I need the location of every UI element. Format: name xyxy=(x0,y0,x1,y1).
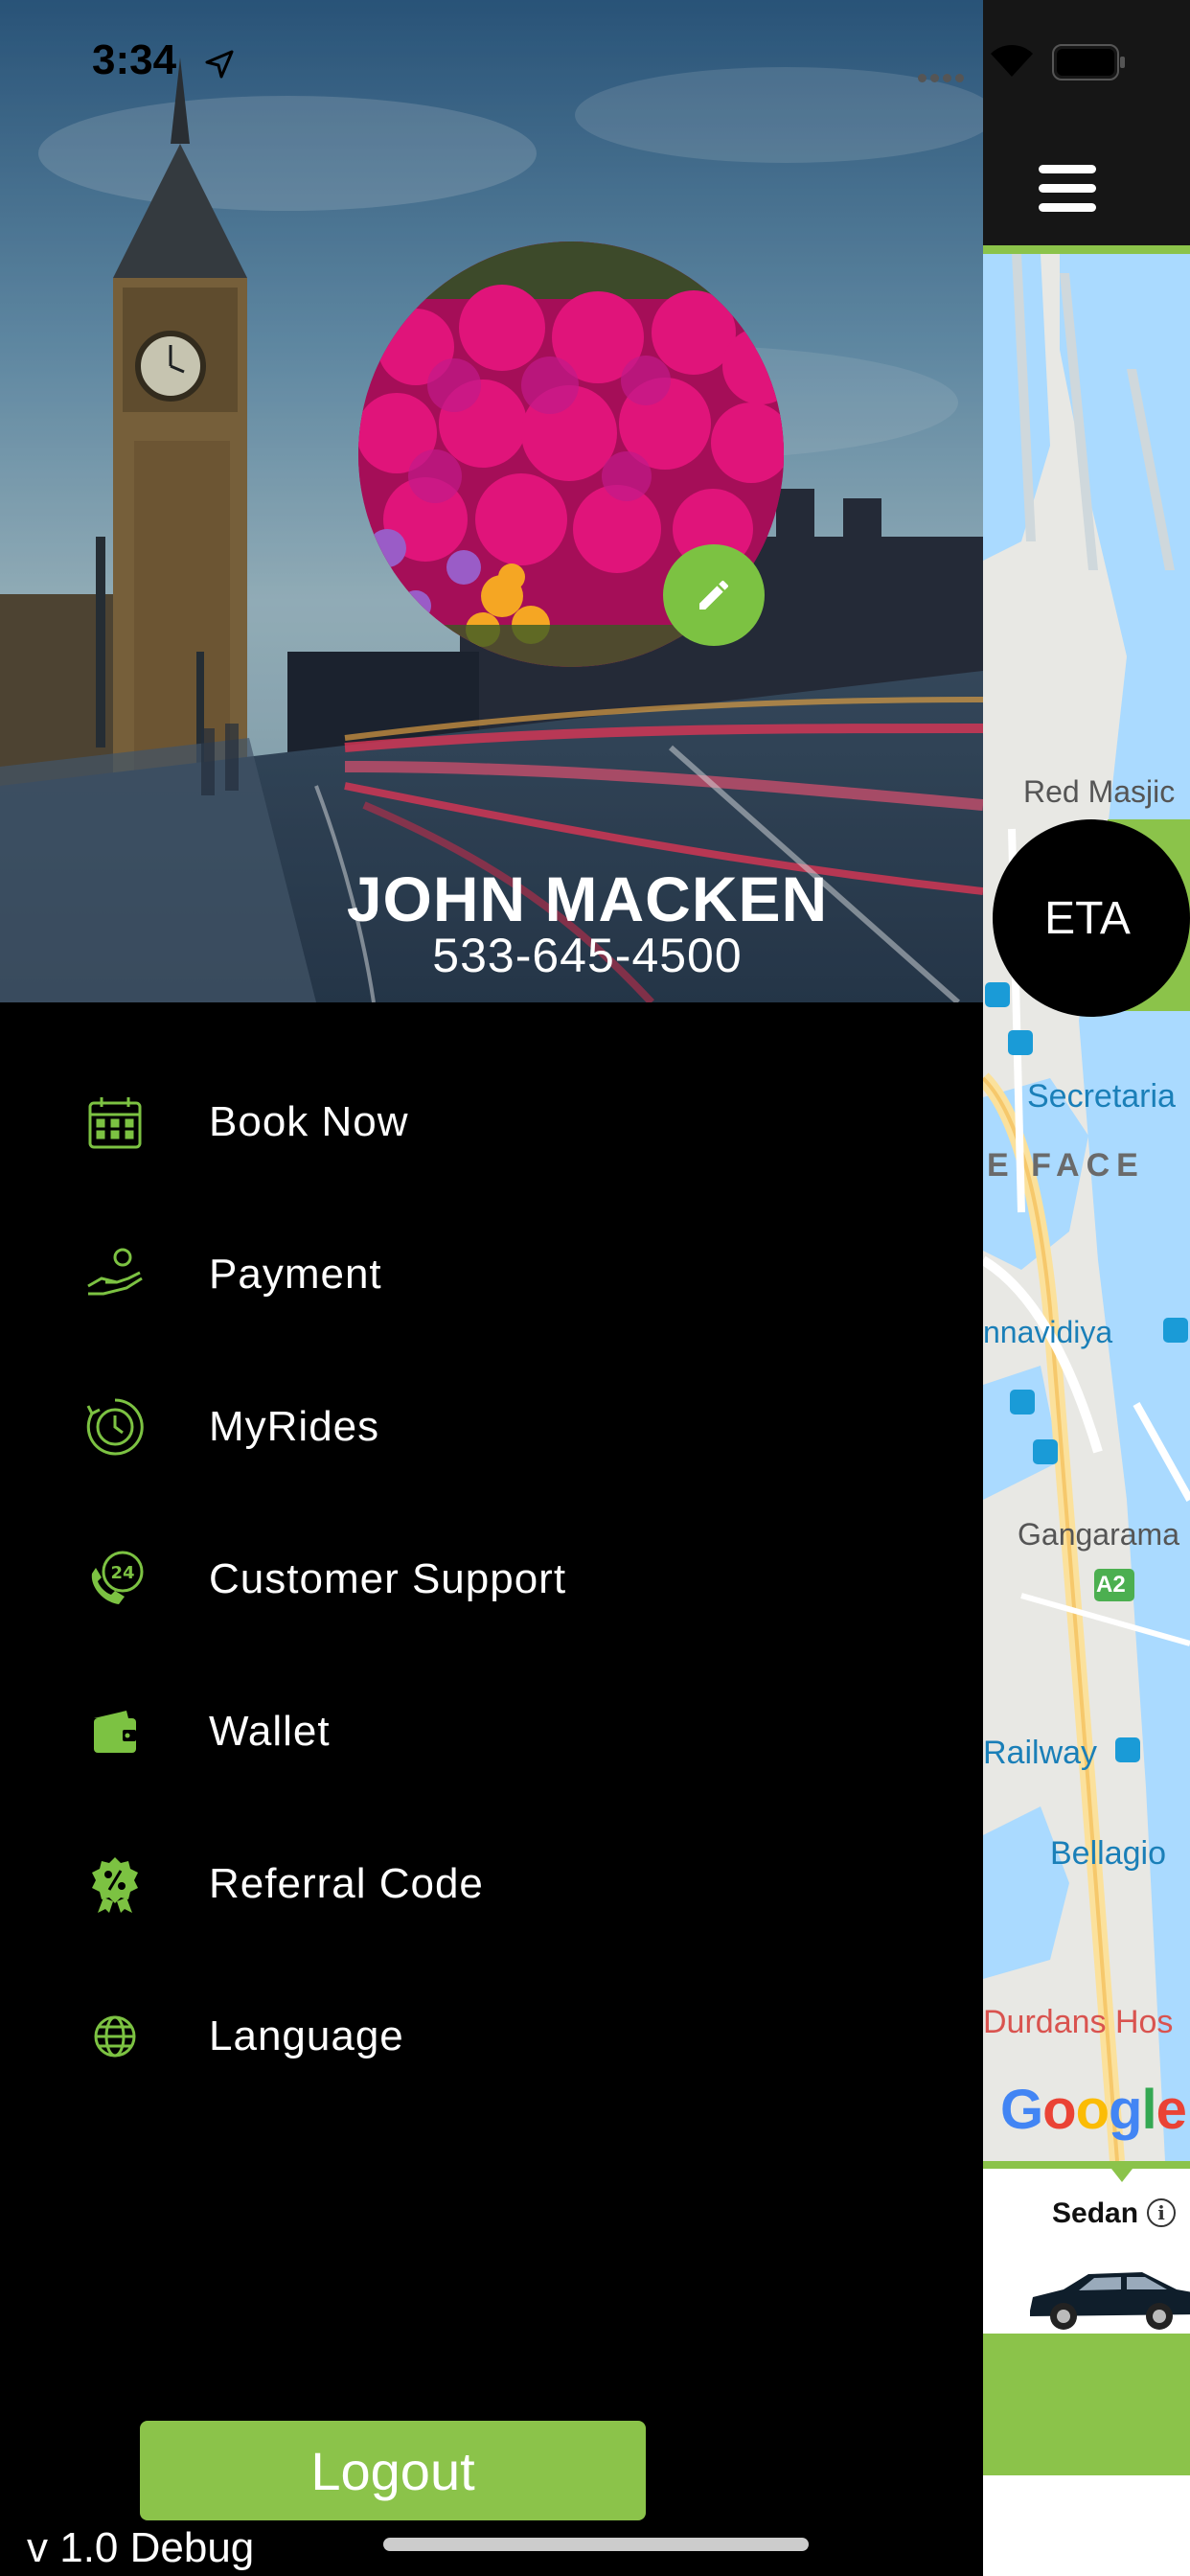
menu-item-customer-support[interactable]: 24 Customer Support xyxy=(0,1517,983,1642)
menu-item-book-now[interactable]: Book Now xyxy=(0,1060,983,1184)
support-24-icon: 24 xyxy=(84,1549,146,1610)
menu-item-label: Referral Code xyxy=(209,1860,484,1907)
sedan-car-icon xyxy=(1030,2272,1190,2330)
navigation-drawer: JOHN MACKEN 533-645-4500 Book Now Paymen… xyxy=(0,0,983,2576)
location-arrow-icon xyxy=(205,50,234,79)
menu-item-payment[interactable]: Payment xyxy=(0,1212,983,1337)
map-canvas[interactable]: Red Masjic Secretaria E FACE nnavidiya G… xyxy=(983,254,1190,2161)
map-view[interactable]: Red Masjic Secretaria E FACE nnavidiya G… xyxy=(983,0,1190,2576)
menu-item-myrides[interactable]: MyRides xyxy=(0,1365,983,1489)
svg-text:24: 24 xyxy=(110,1563,134,1583)
logout-button[interactable]: Logout xyxy=(140,2421,646,2520)
map-top-bar xyxy=(983,0,1190,254)
edit-profile-button[interactable] xyxy=(663,544,765,646)
map-label: Railway xyxy=(983,1735,1098,1771)
status-time: 3:34 xyxy=(92,36,177,83)
version-label: v 1.0 Debug xyxy=(27,2524,255,2571)
menu-item-language[interactable]: Language xyxy=(0,1974,983,2099)
ride-history-icon xyxy=(84,1396,146,1458)
map-label: nnavidiya xyxy=(983,1315,1113,1349)
cellular-signal-icon xyxy=(918,70,968,87)
vehicle-name: Sedan xyxy=(1052,2197,1139,2229)
map-label: Gangarama xyxy=(1018,1517,1179,1552)
payment-hand-icon xyxy=(84,1244,146,1305)
hamburger-menu-icon[interactable] xyxy=(1039,165,1096,213)
bottom-panel xyxy=(983,2475,1190,2576)
menu-item-label: MyRides xyxy=(209,1403,380,1450)
map-label: Secretaria xyxy=(1027,1078,1176,1115)
menu-item-label: Language xyxy=(209,2012,404,2059)
wallet-icon xyxy=(84,1701,146,1762)
home-indicator[interactable] xyxy=(383,2538,809,2551)
profile-phone: 533-645-4500 xyxy=(432,929,743,982)
battery-icon xyxy=(1052,44,1125,80)
profile-name: JOHN MACKEN xyxy=(346,863,829,934)
top-bar-accent-line xyxy=(983,245,1190,254)
map-label: Bellagio xyxy=(1050,1835,1166,1872)
wifi-icon xyxy=(991,45,1033,77)
map-label: Durdans Hos xyxy=(983,2004,1174,2040)
selected-indicator xyxy=(1111,2169,1133,2182)
menu-item-wallet[interactable]: Wallet xyxy=(0,1669,983,1794)
globe-icon xyxy=(84,2006,146,2067)
map-label: A2 xyxy=(1096,1572,1126,1598)
menu-item-label: Customer Support xyxy=(209,1555,567,1602)
vehicle-card[interactable]: Sedan i xyxy=(983,2161,1190,2334)
map-label: E FACE xyxy=(987,1147,1145,1184)
eta-button[interactable]: ETA xyxy=(993,819,1190,1017)
book-bar[interactable] xyxy=(983,2334,1190,2475)
info-icon[interactable]: i xyxy=(1147,2198,1176,2227)
map-label: Red Masjic xyxy=(1023,774,1176,809)
pencil-icon xyxy=(699,580,729,610)
menu-item-referral-code[interactable]: Referral Code xyxy=(0,1822,983,1946)
menu-item-label: Payment xyxy=(209,1251,382,1298)
calendar-icon xyxy=(84,1092,146,1153)
referral-badge-icon xyxy=(84,1853,146,1915)
menu-item-label: Book Now xyxy=(209,1098,409,1145)
google-logo: Google xyxy=(1000,2079,1187,2141)
menu-item-label: Wallet xyxy=(209,1708,331,1755)
